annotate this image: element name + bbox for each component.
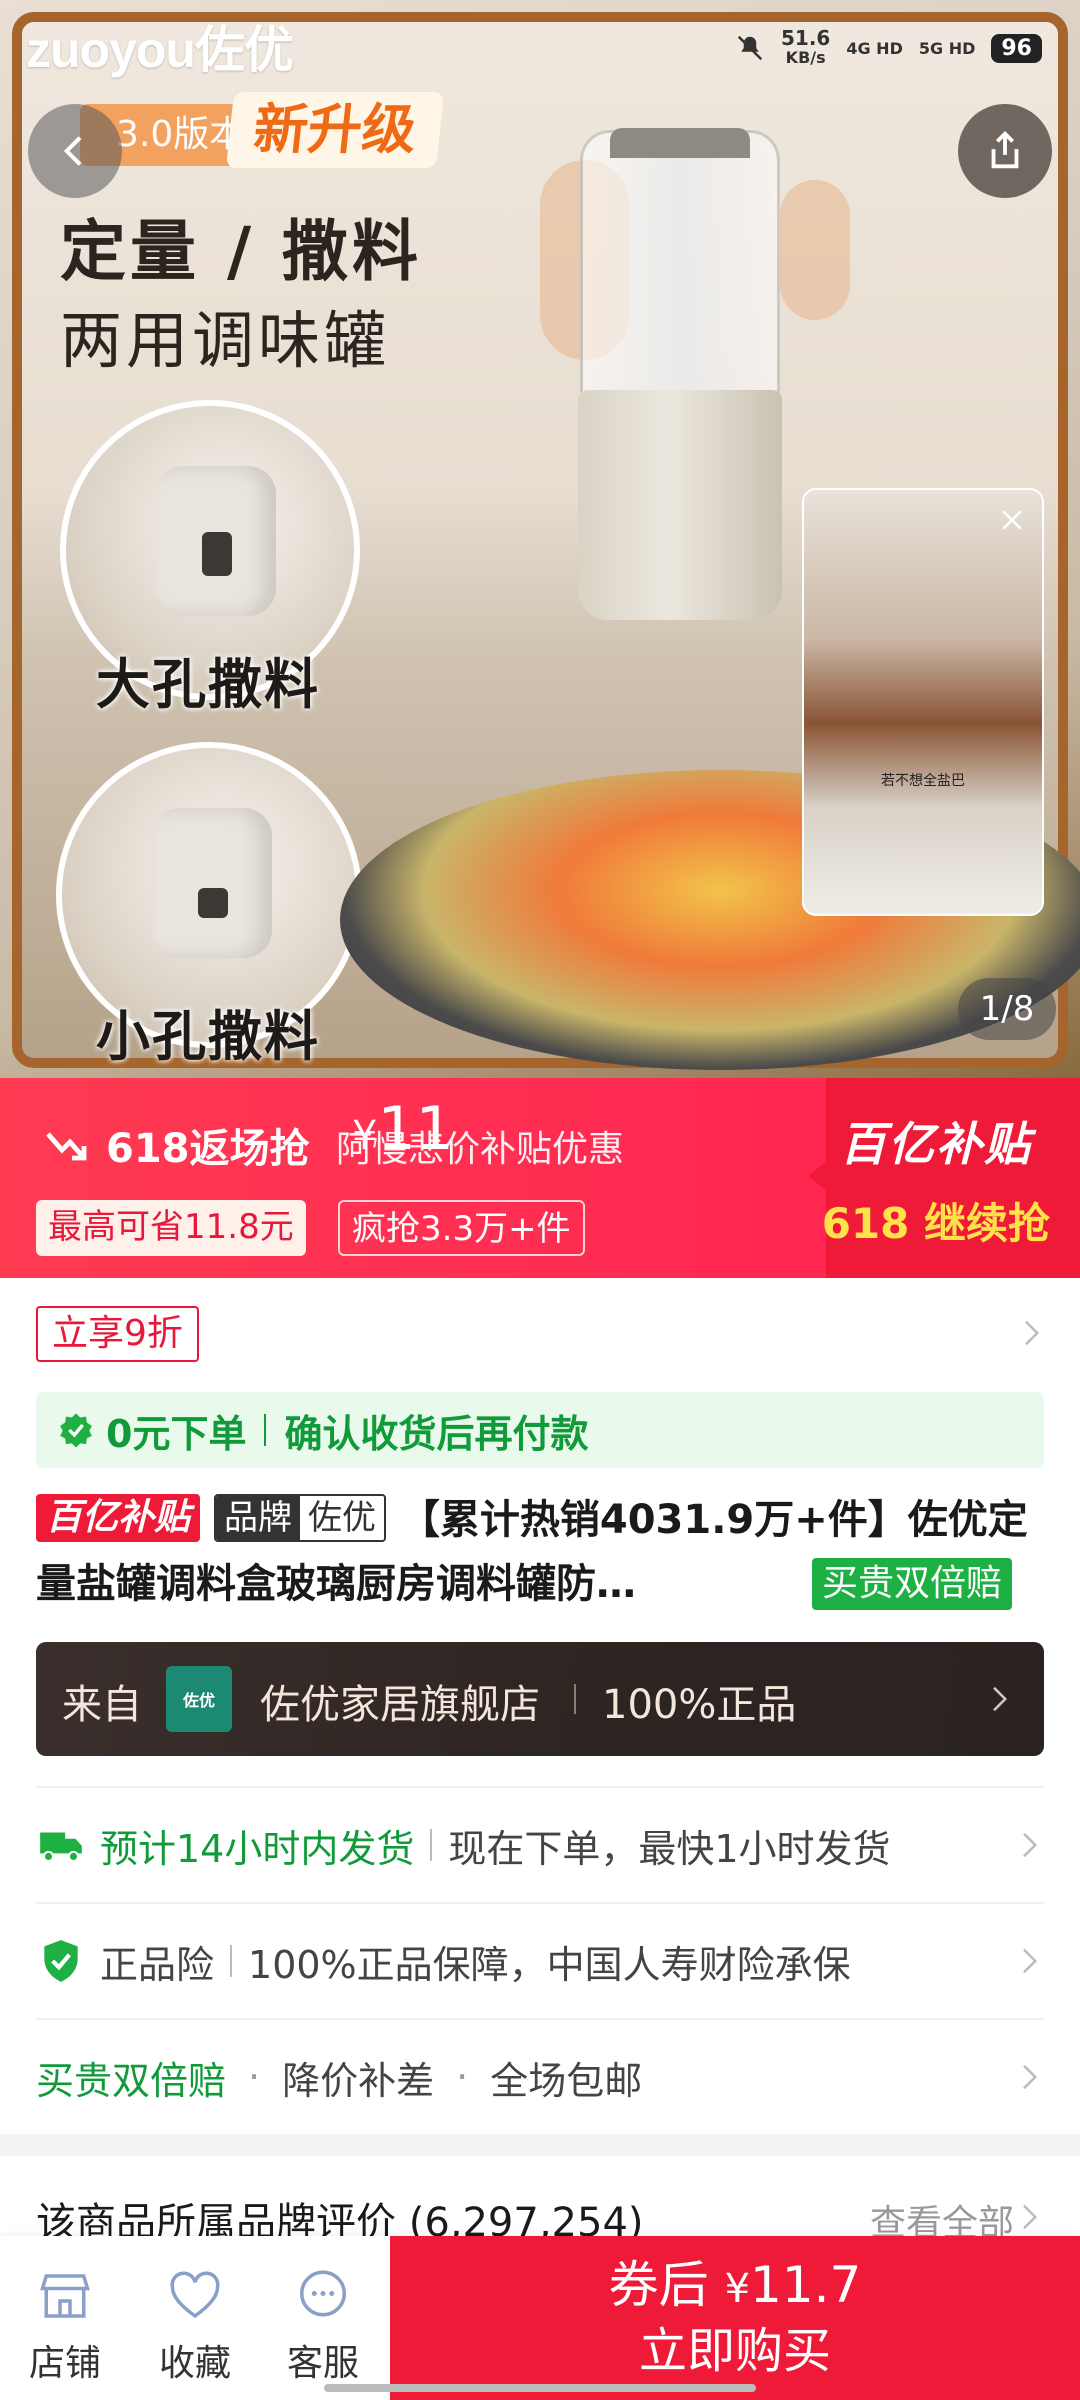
dot-separator: · [248, 2055, 261, 2099]
brand-badge: 品牌 佐优 [213, 1494, 386, 1542]
pay-later-detail: 确认收货后再付款 [284, 1411, 589, 1456]
buy-price: 11.7 [750, 2256, 862, 2314]
buy-now-label: 立即购买 [638, 2323, 831, 2379]
mute-icon [737, 35, 763, 61]
separator [574, 1684, 576, 1714]
separator [230, 1945, 233, 1977]
home-indicator [324, 2384, 756, 2392]
shipping-detail: 现在下单，最快1小时发货 [448, 1826, 891, 1871]
small-hole-label: 小孔撒料 [96, 1005, 320, 1068]
tab-favorite[interactable]: 收藏 [140, 2266, 250, 2386]
separator [264, 1414, 267, 1446]
jar-cap [610, 128, 750, 158]
back-button[interactable] [28, 104, 122, 198]
tab-customer-service[interactable]: 客服 [268, 2266, 378, 2386]
store-authentic-label: 100%正品 [602, 1682, 797, 1728]
store-name: 佐优家居旗舰店 [260, 1682, 540, 1728]
signal-4g: 4G HD [846, 38, 903, 58]
tab-favorite-label: 收藏 [158, 2343, 231, 2384]
badge-check-icon [60, 1413, 92, 1448]
separator [430, 1829, 433, 1861]
pay-later-title: 0元下单 [106, 1411, 247, 1456]
signal-5g: 5G HD [918, 38, 976, 58]
jar-base [578, 390, 782, 620]
chevron-right-icon [1023, 2064, 1038, 2090]
product-image-carousel[interactable]: zuoyou佐优 51.6 KB/s 4G HD 5G HD 96 3.0版本 新… [0, 0, 1080, 1078]
share-icon [991, 131, 1019, 169]
insurance-detail: 100%正品保障，中国人寿财险承保 [248, 1942, 851, 1987]
chevron-right-icon [1023, 1948, 1038, 1974]
buy-currency: ¥ [724, 2266, 751, 2312]
jar-illustration [580, 130, 780, 400]
bottom-action-bar: 店铺 收藏 客服 券后 ¥11.7 立即购买 [0, 2236, 1080, 2400]
tab-store-label: 店铺 [28, 2343, 101, 2384]
promo-banner[interactable]: 618返场抢 阿慢悲价补贴优惠 ¥11 最高可省11.8元 疯抢3.3万+件 百… [0, 1078, 1080, 1278]
page-indicator: 1/8 [958, 978, 1056, 1040]
brand-badge-label: 品牌 [215, 1496, 300, 1540]
coupon-row[interactable]: 立享9折 [0, 1278, 1080, 1388]
free-shipping-text: 全场包邮 [490, 2058, 643, 2103]
price-protection-text: 降价补差 [282, 2058, 435, 2103]
tab-customer-service-label: 客服 [286, 2343, 359, 2384]
promo-currency: ¥ [352, 1113, 378, 1159]
insurance-label: 正品险 [100, 1942, 215, 1987]
double-compensation-badge: 买贵双倍赔 [812, 1558, 1013, 1610]
store-from-label: 来自 [62, 1682, 142, 1728]
promo-price-value: 11 [377, 1094, 454, 1164]
chevron-right-icon [993, 1686, 1008, 1712]
truck-icon [40, 1832, 82, 1863]
big-hole-label: 大孔撒料 [96, 653, 320, 716]
speed-unit: KB/s [785, 48, 826, 67]
section-divider [0, 2134, 1080, 2156]
share-button[interactable] [958, 104, 1052, 198]
battery-indicator: 96 [991, 33, 1042, 63]
hand-illustration-2 [780, 180, 850, 320]
sales-chip: 疯抢3.3万+件 [338, 1200, 585, 1256]
chat-icon [300, 2270, 346, 2317]
store-icon [40, 2274, 90, 2318]
coupon-price-label: 券后 [608, 2256, 709, 2314]
buy-now-button[interactable]: 券后 ¥11.7 立即购买 [390, 2236, 1080, 2400]
pay-later-bar[interactable]: 0元下单 确认收货后再付款 [36, 1392, 1044, 1468]
subsidy-brand: 百亿补贴 [840, 1117, 1032, 1171]
shipping-row[interactable]: 预计14小时内发货 现在下单，最快1小时发货 [36, 1786, 1044, 1902]
store-logo: 佐优 [166, 1666, 232, 1732]
shipping-estimate: 预计14小时内发货 [100, 1826, 415, 1871]
chevron-left-icon [63, 136, 82, 166]
promo-price: ¥11 [352, 1094, 454, 1164]
hero-headline: 定量 / 撒料 [60, 213, 423, 290]
network-speed: 51.6 [780, 26, 831, 50]
store-bar[interactable]: 来自 佐优 佐优家居旗舰店 100%正品 [36, 1642, 1044, 1756]
chevron-right-icon [1023, 1832, 1038, 1858]
double-compensation-text: 买贵双倍赔 [36, 2058, 227, 2103]
brand-badge-name: 佐优 [299, 1496, 384, 1540]
chevron-right-icon [1025, 1320, 1040, 1346]
trend-down-icon [46, 1132, 87, 1161]
buy-price-line: 券后 ¥11.7 [390, 2254, 1080, 2320]
discount-tag: 立享9折 [36, 1306, 199, 1362]
tab-store[interactable]: 店铺 [10, 2266, 120, 2386]
video-preview[interactable]: 若不想全盐巴 [802, 488, 1044, 916]
savings-chip: 最高可省11.8元 [36, 1200, 306, 1256]
guarantee-row[interactable]: 买贵双倍赔 · 降价补差 · 全场包邮 [36, 2018, 1044, 2134]
brand-logo: zuoyou佐优 [26, 22, 294, 78]
chevron-right-icon [1023, 2204, 1038, 2230]
close-icon [1002, 510, 1022, 530]
insurance-row[interactable]: 正品险 100%正品保障，中国人寿财险承保 [36, 1902, 1044, 2018]
video-close-button[interactable] [992, 500, 1032, 540]
upgrade-tag: 新升级 [226, 92, 444, 168]
promo-title: 618返场抢 [106, 1126, 310, 1172]
video-caption: 若不想全盐巴 [881, 773, 965, 789]
status-bar: 51.6 KB/s 4G HD 5G HD 96 [735, 28, 1042, 68]
shield-check-icon [44, 1940, 78, 1982]
promo-continue: 618 继续抢 [821, 1199, 1050, 1248]
heart-icon [170, 2271, 220, 2319]
dot-separator: · [456, 2055, 469, 2099]
subsidy-badge: 百亿补贴 [36, 1494, 201, 1542]
hero-subheadline: 两用调味罐 [60, 304, 391, 377]
